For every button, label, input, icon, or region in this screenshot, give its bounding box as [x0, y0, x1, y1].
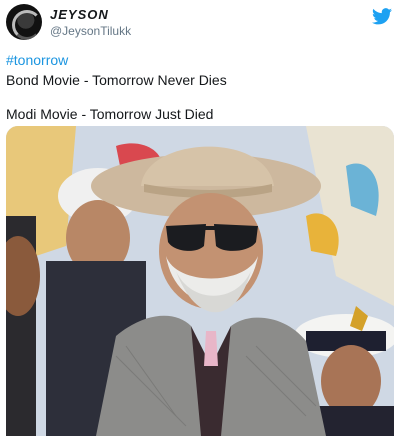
tweet-line-2: Modi Movie - Tomorrow Just Died — [6, 106, 214, 122]
user-handle[interactable]: @JeysonTilukk — [50, 24, 131, 38]
tweet-text: #tonorrow Bond Movie - Tomorrow Never Di… — [6, 50, 396, 124]
twitter-bird-icon[interactable] — [372, 8, 392, 25]
display-name[interactable]: JEYSON — [50, 7, 109, 22]
tweet-photo[interactable] — [6, 126, 394, 436]
avatar[interactable] — [6, 4, 42, 40]
hashtag-link[interactable]: #tonorrow — [6, 50, 396, 70]
tweet-header: JEYSON @JeysonTilukk — [6, 4, 394, 44]
tweet-line-1: Bond Movie - Tomorrow Never Dies — [6, 72, 227, 88]
